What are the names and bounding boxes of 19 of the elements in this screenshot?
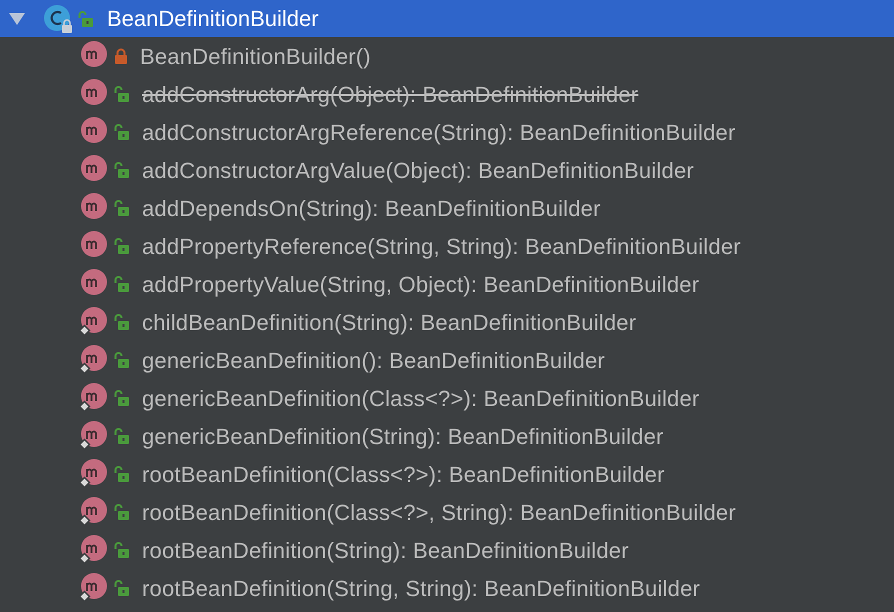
method-label[interactable]: addPropertyValue(String, Object): BeanDefinitionBuilder	[142, 268, 700, 300]
method-label[interactable]: addConstructorArgValue(Object): BeanDefinitionBuilder	[142, 154, 694, 186]
method-label[interactable]: rootBeanDefinition(String): BeanDefinitionBuilder	[142, 534, 629, 566]
method-label[interactable]: genericBeanDefinition(): BeanDefinitionBuilder	[142, 344, 605, 376]
method-label[interactable]: addPropertyReference(String, String): BeanDefinitionBuilder	[142, 230, 741, 262]
method-label[interactable]: rootBeanDefinition(Class<?>, String): BeanDefinitionBuilder	[142, 496, 736, 528]
open-padlock-icon	[78, 10, 94, 26]
class-name: BeanDefinitionBuilder	[107, 5, 319, 33]
tree-row[interactable]: BeanDefinitionBuilder	[0, 0, 894, 37]
method-label[interactable]: addConstructorArg(Object): BeanDefinitionBuilder	[142, 78, 638, 110]
method-label[interactable]: rootBeanDefinition(Class<?>): BeanDefinitionBuilder	[142, 458, 665, 490]
method-label[interactable]: addDependsOn(String): BeanDefinitionBuilder	[142, 192, 601, 224]
expand-arrow-icon[interactable]	[8, 12, 26, 26]
method-label[interactable]: BeanDefinitionBuilder()	[140, 40, 371, 72]
method-label[interactable]: childBeanDefinition(String): BeanDefinitionBuilder	[142, 306, 636, 338]
method-label[interactable]: genericBeanDefinition(String): BeanDefinitionBuilder	[142, 420, 664, 452]
method-label[interactable]: addConstructorArgReference(String): BeanDefinitionBuilder	[142, 116, 736, 148]
method-label[interactable]: genericBeanDefinition(Class<?>): BeanDefinitionBuilder	[142, 382, 700, 414]
method-label[interactable]: rootBeanDefinition(String, String): BeanDefinitionBuilder	[142, 572, 700, 604]
